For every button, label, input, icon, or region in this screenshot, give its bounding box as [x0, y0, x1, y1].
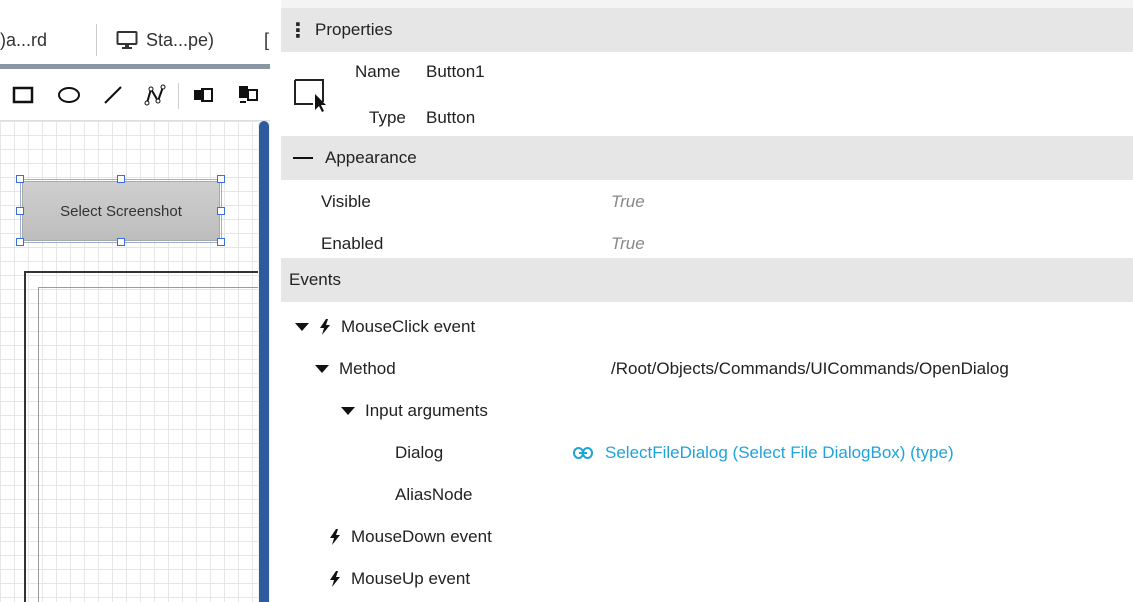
tab-dashboard[interactable]: )a...rd [0, 22, 47, 58]
property-label: Visible [321, 192, 371, 211]
resize-handle-se[interactable] [217, 238, 225, 246]
argument-label: Dialog [395, 443, 444, 462]
panel-divider[interactable] [270, 0, 281, 602]
resize-handle-sw[interactable] [16, 238, 24, 246]
method-value[interactable]: /Root/Objects/Commands/UICommands/OpenDi… [611, 359, 1009, 379]
method-row[interactable]: Method /Root/Objects/Commands/UICommands… [281, 348, 1133, 390]
events-section-header: Events [281, 258, 1133, 302]
toolbar-separator [178, 83, 179, 109]
rectangle-icon[interactable] [10, 81, 36, 109]
editor-tabs: )a...rd Sta...pe) [ [0, 0, 270, 69]
resize-handle-w[interactable] [16, 207, 24, 215]
appearance-section-header[interactable]: Appearance [281, 136, 1133, 180]
editor-panel: )a...rd Sta...pe) [Select Screenshot [0, 0, 270, 602]
lightning-icon [329, 571, 341, 587]
resize-handle-n[interactable] [117, 175, 125, 183]
canvas-scrollbar[interactable] [258, 121, 270, 602]
panel-top-strip [281, 0, 1133, 8]
object-type-value: Button [426, 108, 476, 127]
object-type-label: Type [369, 108, 406, 127]
argument-value-link[interactable]: SelectFileDialog (Select File DialogBox)… [573, 443, 954, 463]
more-vert-icon[interactable]: ⋮ [281, 18, 315, 43]
resize-handle-ne[interactable] [217, 175, 225, 183]
scrollbar-thumb[interactable] [259, 121, 269, 602]
event-row-mouseclick[interactable]: MouseClick event [281, 306, 1133, 348]
group-icon[interactable] [190, 81, 216, 109]
expand-arrow-icon[interactable] [315, 365, 329, 373]
expand-arrow-icon[interactable] [295, 323, 309, 331]
event-label: MouseUp event [351, 569, 471, 588]
properties-header: ⋮ Properties [281, 8, 1133, 52]
input-arguments-row[interactable]: Input arguments [281, 390, 1133, 432]
property-label: Enabled [321, 234, 384, 253]
object-name-value: Button1 [426, 62, 485, 81]
resize-handle-nw[interactable] [16, 175, 24, 183]
input-arguments-label: Input arguments [365, 401, 488, 420]
lightning-icon [319, 319, 331, 335]
link-icon [573, 447, 593, 459]
properties-panel: ⋮ Properties Name Button1 Type Button Ap… [281, 0, 1133, 602]
lightning-icon [329, 529, 341, 545]
tab-separator [96, 24, 97, 56]
ungroup-icon[interactable] [234, 81, 262, 109]
polyline-icon[interactable] [142, 81, 168, 109]
selection-outline [20, 179, 222, 243]
resize-handle-s[interactable] [117, 238, 125, 246]
expand-arrow-icon[interactable] [341, 407, 355, 415]
canvas-frame-inner [38, 287, 268, 602]
tab-label: )a...rd [0, 29, 48, 50]
ellipse-icon[interactable] [56, 81, 82, 109]
argument-label: AliasNode [395, 485, 473, 504]
tab-overflow[interactable]: [ [264, 22, 269, 58]
line-icon[interactable] [100, 81, 126, 109]
monitor-icon [116, 30, 138, 50]
property-row-visible[interactable]: Visible True [281, 181, 1133, 223]
button-object-icon [293, 76, 331, 117]
drawing-toolbar [0, 69, 270, 121]
properties-title: Properties [315, 20, 393, 39]
event-label: MouseDown event [351, 527, 492, 546]
resize-handle-e[interactable] [217, 207, 225, 215]
events-title: Events [289, 270, 341, 289]
property-value[interactable]: True [611, 234, 645, 254]
method-label: Method [339, 359, 396, 378]
argument-row-aliasnode[interactable]: AliasNode [281, 474, 1133, 516]
collapse-icon[interactable] [293, 157, 313, 159]
argument-row-dialog[interactable]: Dialog SelectFileDialog (Select File Dia… [281, 432, 1133, 474]
tab-label: Sta...pe) [146, 29, 215, 50]
appearance-title: Appearance [325, 148, 417, 167]
tab-label: [ [264, 29, 270, 50]
event-row-mousedown[interactable]: MouseDown event [281, 516, 1133, 558]
event-row-mouseup[interactable]: MouseUp event [281, 558, 1133, 600]
tab-startpage[interactable]: Sta...pe) [116, 22, 214, 58]
design-canvas[interactable]: Select Screenshot [0, 121, 268, 602]
dialog-link-text[interactable]: SelectFileDialog (Select File DialogBox)… [605, 443, 954, 463]
event-label: MouseClick event [341, 317, 476, 336]
property-value[interactable]: True [611, 192, 645, 212]
object-name-label: Name [355, 62, 401, 81]
